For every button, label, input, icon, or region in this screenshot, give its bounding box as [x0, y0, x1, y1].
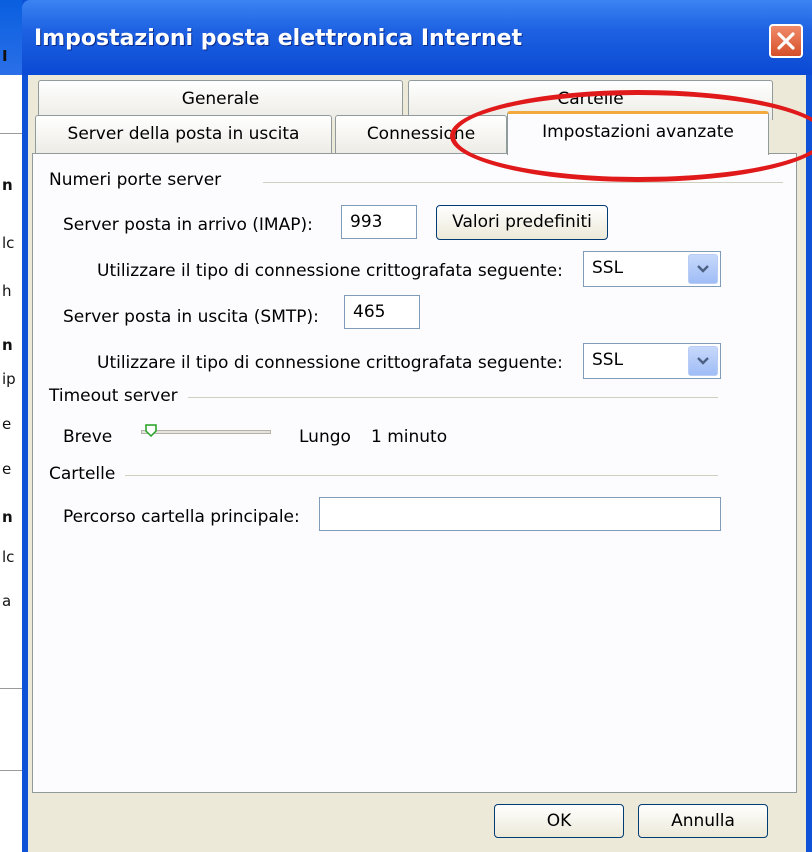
- outgoing-encryption-value: SSL: [592, 350, 624, 370]
- window-title: Impostazioni posta elettronica Internet: [34, 26, 523, 51]
- background-text: a: [2, 592, 12, 610]
- incoming-port-label: Server posta in arrivo (IMAP):: [63, 215, 313, 235]
- tab-panel-advanced: Numeri porte server Server posta in arri…: [32, 153, 797, 793]
- tab-outgoing-server[interactable]: Server della posta in uscita: [35, 115, 332, 155]
- tab-label: Generale: [181, 89, 260, 109]
- cancel-button[interactable]: Annulla: [638, 804, 768, 838]
- group-divider: [263, 182, 783, 183]
- background-text: n: [2, 336, 13, 354]
- timeout-long-label: Lungo: [299, 427, 351, 447]
- close-icon: [777, 32, 795, 50]
- background-text: I: [2, 47, 8, 65]
- chevron-down-icon: [697, 265, 709, 273]
- background-text: e: [2, 460, 12, 478]
- background-text: n: [2, 508, 13, 526]
- background-text: h: [2, 282, 12, 300]
- close-button[interactable]: [769, 24, 803, 58]
- slider-track: [141, 430, 271, 434]
- background-divider: [0, 133, 22, 134]
- default-values-button[interactable]: Valori predefiniti: [436, 205, 608, 240]
- outgoing-encryption-label: Utilizzare il tipo di connessione critto…: [97, 353, 563, 373]
- tab-label: Server della posta in uscita: [67, 124, 300, 144]
- outgoing-port-input[interactable]: 465: [344, 295, 420, 329]
- tab-label: Connessione: [366, 124, 476, 144]
- incoming-encryption-label: Utilizzare il tipo di connessione critto…: [97, 261, 563, 281]
- incoming-port-input[interactable]: 993: [341, 205, 417, 239]
- root-folder-input[interactable]: [319, 497, 721, 531]
- tab-general[interactable]: Generale: [38, 80, 403, 120]
- dialog-client-area: Generale Cartelle Server della posta in …: [28, 75, 806, 852]
- background-text: n: [2, 176, 13, 194]
- email-settings-dialog: Impostazioni posta elettronica Internet …: [22, 0, 812, 852]
- root-folder-label: Percorso cartella principale:: [63, 507, 300, 527]
- timeout-value: 1 minuto: [371, 427, 448, 447]
- background-text: lc: [2, 548, 15, 566]
- group-divider: [188, 397, 718, 398]
- title-bar[interactable]: Impostazioni posta elettronica Internet: [22, 0, 812, 75]
- tab-connection[interactable]: Connessione: [335, 115, 507, 155]
- ok-button[interactable]: OK: [494, 804, 624, 838]
- background-window: I n lc h n ip e e n lc a: [0, 0, 22, 852]
- dropdown-button[interactable]: [688, 346, 718, 376]
- background-text: e: [2, 415, 12, 433]
- timeout-short-label: Breve: [63, 427, 113, 447]
- ports-group-title: Numeri porte server: [49, 170, 222, 190]
- background-divider: [0, 770, 22, 771]
- tab-label: Impostazioni avanzate: [542, 122, 734, 142]
- outgoing-port-label: Server posta in uscita (SMTP):: [63, 307, 319, 327]
- tab-label: Cartelle: [557, 89, 624, 109]
- folders-group-title: Cartelle: [49, 464, 116, 484]
- chevron-down-icon: [697, 357, 709, 365]
- tab-advanced-settings[interactable]: Impostazioni avanzate: [507, 111, 769, 155]
- incoming-encryption-value: SSL: [592, 258, 624, 278]
- group-divider: [125, 475, 718, 476]
- timeout-group-title: Timeout server: [49, 386, 178, 406]
- outgoing-encryption-select[interactable]: SSL: [583, 343, 721, 379]
- background-divider: [0, 688, 22, 689]
- incoming-encryption-select[interactable]: SSL: [583, 251, 721, 287]
- slider-thumb[interactable]: [144, 424, 158, 438]
- dropdown-button[interactable]: [688, 254, 718, 284]
- background-text: lc: [2, 234, 15, 252]
- background-text: ip: [2, 370, 16, 388]
